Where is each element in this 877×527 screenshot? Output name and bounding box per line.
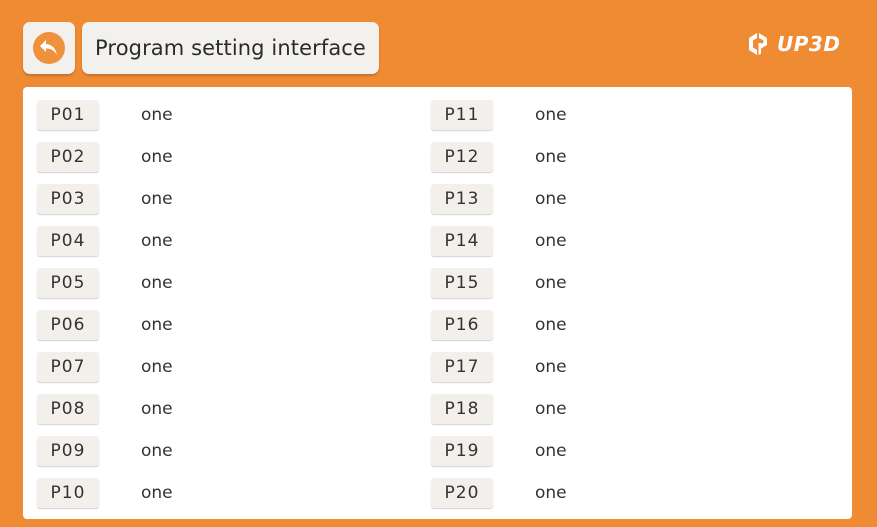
program-button-p20[interactable]: P20	[431, 478, 493, 508]
program-list-panel: P01 one P02 one P03 one P04 one P05 one …	[23, 87, 852, 519]
program-row-p04: P04 one	[37, 226, 437, 258]
program-name-p18[interactable]: one	[535, 397, 567, 421]
program-row-p19: P19 one	[431, 436, 831, 468]
program-button-p17[interactable]: P17	[431, 352, 493, 382]
program-name-p10[interactable]: one	[141, 481, 173, 505]
program-row-p02: P02 one	[37, 142, 437, 174]
program-button-p07[interactable]: P07	[37, 352, 99, 382]
program-button-p14[interactable]: P14	[431, 226, 493, 256]
program-button-p02[interactable]: P02	[37, 142, 99, 172]
program-row-p14: P14 one	[431, 226, 831, 258]
page-title: Program setting interface	[82, 22, 379, 74]
program-name-p12[interactable]: one	[535, 145, 567, 169]
program-row-p17: P17 one	[431, 352, 831, 384]
program-row-p11: P11 one	[431, 100, 831, 132]
program-name-p16[interactable]: one	[535, 313, 567, 337]
program-row-p09: P09 one	[37, 436, 437, 468]
program-setting-screen: Program setting interface UP3D P01 one P…	[0, 0, 877, 527]
program-button-p12[interactable]: P12	[431, 142, 493, 172]
program-button-p15[interactable]: P15	[431, 268, 493, 298]
program-row-p18: P18 one	[431, 394, 831, 426]
program-row-p10: P10 one	[37, 478, 437, 510]
program-name-p04[interactable]: one	[141, 229, 173, 253]
program-row-p16: P16 one	[431, 310, 831, 342]
program-row-p08: P08 one	[37, 394, 437, 426]
program-row-p15: P15 one	[431, 268, 831, 300]
program-name-p06[interactable]: one	[141, 313, 173, 337]
program-name-p01[interactable]: one	[141, 103, 173, 127]
program-button-p18[interactable]: P18	[431, 394, 493, 424]
program-name-p08[interactable]: one	[141, 397, 173, 421]
program-name-p13[interactable]: one	[535, 187, 567, 211]
program-row-p05: P05 one	[37, 268, 437, 300]
program-button-p10[interactable]: P10	[37, 478, 99, 508]
up3d-logo-icon	[749, 33, 767, 55]
program-row-p20: P20 one	[431, 478, 831, 510]
program-button-p13[interactable]: P13	[431, 184, 493, 214]
program-row-p07: P07 one	[37, 352, 437, 384]
program-name-p14[interactable]: one	[535, 229, 567, 253]
program-button-p01[interactable]: P01	[37, 100, 99, 130]
program-button-p08[interactable]: P08	[37, 394, 99, 424]
program-row-p13: P13 one	[431, 184, 831, 216]
back-button[interactable]	[23, 22, 75, 74]
program-button-p19[interactable]: P19	[431, 436, 493, 466]
program-row-p12: P12 one	[431, 142, 831, 174]
program-name-p07[interactable]: one	[141, 355, 173, 379]
program-name-p09[interactable]: one	[141, 439, 173, 463]
program-button-p06[interactable]: P06	[37, 310, 99, 340]
program-name-p02[interactable]: one	[141, 145, 173, 169]
program-name-p19[interactable]: one	[535, 439, 567, 463]
program-row-p06: P06 one	[37, 310, 437, 342]
program-row-p03: P03 one	[37, 184, 437, 216]
program-button-p11[interactable]: P11	[431, 100, 493, 130]
program-button-p04[interactable]: P04	[37, 226, 99, 256]
program-name-p03[interactable]: one	[141, 187, 173, 211]
logo-text: UP3D	[777, 32, 841, 56]
program-button-p05[interactable]: P05	[37, 268, 99, 298]
program-button-p03[interactable]: P03	[37, 184, 99, 214]
program-button-p09[interactable]: P09	[37, 436, 99, 466]
program-name-p11[interactable]: one	[535, 103, 567, 127]
brand-logo: UP3D	[745, 27, 840, 61]
program-name-p17[interactable]: one	[535, 355, 567, 379]
program-name-p05[interactable]: one	[141, 271, 173, 295]
back-arrow-icon	[33, 32, 65, 64]
program-button-p16[interactable]: P16	[431, 310, 493, 340]
program-row-p01: P01 one	[37, 100, 437, 132]
program-name-p15[interactable]: one	[535, 271, 567, 295]
program-name-p20[interactable]: one	[535, 481, 567, 505]
